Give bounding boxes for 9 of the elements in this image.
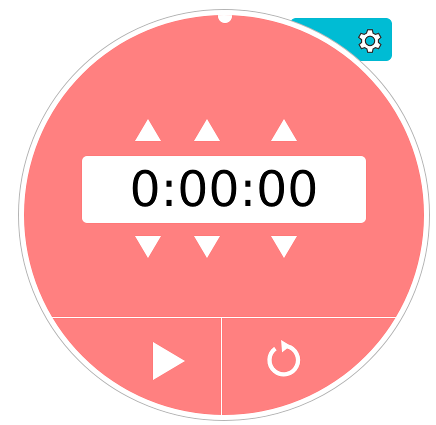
play-icon — [152, 342, 184, 380]
increase-arrow-button[interactable] — [135, 119, 161, 141]
decrease-arrow-button[interactable] — [135, 236, 161, 258]
time-display: 0:00:00 — [82, 156, 366, 223]
decrease-arrow-button[interactable] — [194, 236, 220, 258]
increase-arrow-button[interactable] — [194, 119, 220, 141]
decrease-arrow-button[interactable] — [271, 236, 297, 258]
settings-icon — [356, 26, 384, 54]
increase-arrow-button[interactable] — [271, 119, 297, 141]
